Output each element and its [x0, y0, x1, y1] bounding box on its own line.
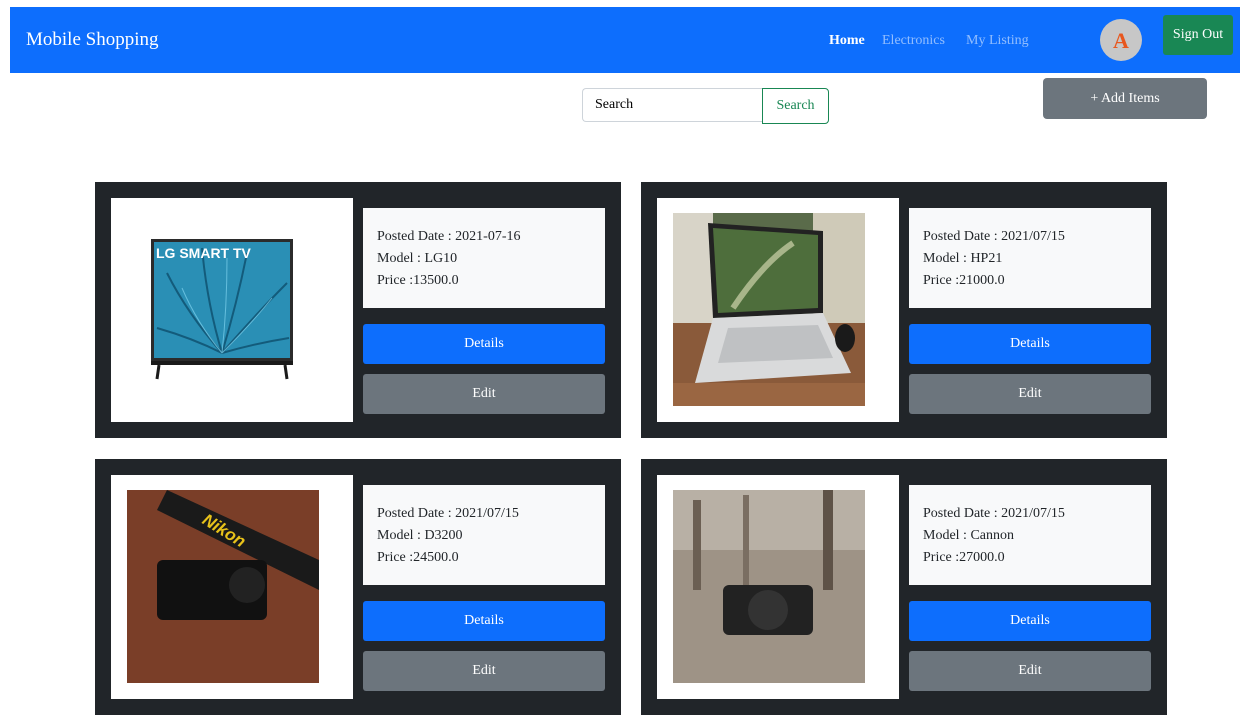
listing-card: Posted Date : 2021/07/15 Model : HP21 Pr…: [641, 182, 1167, 438]
posted-date: Posted Date : 2021/07/15: [923, 229, 1065, 244]
edit-button[interactable]: Edit: [363, 374, 605, 414]
model-text: Model : Cannon: [923, 528, 1014, 543]
details-button[interactable]: Details: [363, 324, 605, 364]
listing-info: Posted Date : 2021/07/15 Model : D3200 P…: [363, 485, 605, 585]
listing-card: Nikon Posted Date : 2021/07/15 Model : D…: [95, 459, 621, 715]
price-text: Price :21000.0: [923, 273, 1005, 288]
posted-date: Posted Date : 2021/07/15: [923, 506, 1065, 521]
details-button[interactable]: Details: [909, 601, 1151, 641]
listing-info: Posted Date : 2021-07-16 Model : LG10 Pr…: [363, 208, 605, 308]
edit-button[interactable]: Edit: [909, 651, 1151, 691]
add-items-button[interactable]: + Add Items: [1043, 78, 1207, 119]
listing-image-frame: [657, 198, 899, 422]
details-button[interactable]: Details: [909, 324, 1151, 364]
details-button[interactable]: Details: [363, 601, 605, 641]
listing-info: Posted Date : 2021/07/15 Model : Cannon …: [909, 485, 1151, 585]
listing-card: LG SMART TV Posted Date : 2021-07-16 Mod…: [95, 182, 621, 438]
laptop-image[interactable]: [673, 213, 865, 406]
listing-image-frame: Nikon: [111, 475, 353, 699]
listing-image-frame: [657, 475, 899, 699]
lg-smart-tv-image[interactable]: LG SMART TV: [127, 213, 319, 406]
price-text: Price :27000.0: [923, 550, 1005, 565]
model-text: Model : HP21: [923, 251, 1003, 266]
nav-link-my-listing[interactable]: My Listing: [966, 33, 1029, 49]
navbar: Mobile Shopping Home Electronics My List…: [10, 7, 1240, 73]
edit-button[interactable]: Edit: [909, 374, 1151, 414]
posted-date: Posted Date : 2021/07/15: [377, 506, 519, 521]
listing-image-frame: LG SMART TV: [111, 198, 353, 422]
model-text: Model : D3200: [377, 528, 463, 543]
search-button[interactable]: Search: [762, 88, 829, 124]
model-text: Model : LG10: [377, 251, 458, 266]
price-text: Price :13500.0: [377, 273, 459, 288]
nav-link-home[interactable]: Home: [829, 33, 865, 49]
nikon-camera-image[interactable]: Nikon: [127, 490, 319, 683]
listing-card: Posted Date : 2021/07/15 Model : Cannon …: [641, 459, 1167, 715]
edit-button[interactable]: Edit: [363, 651, 605, 691]
posted-date: Posted Date : 2021-07-16: [377, 229, 521, 244]
nav-link-electronics[interactable]: Electronics: [882, 33, 945, 49]
avatar[interactable]: A: [1100, 19, 1142, 61]
search-input[interactable]: [582, 88, 763, 122]
tv-brand-text: LG SMART TV: [156, 245, 252, 261]
camera-outdoor-image[interactable]: [673, 490, 865, 683]
listing-info: Posted Date : 2021/07/15 Model : HP21 Pr…: [909, 208, 1151, 308]
brand-title[interactable]: Mobile Shopping: [26, 29, 158, 51]
sign-out-button[interactable]: Sign Out: [1163, 15, 1233, 55]
price-text: Price :24500.0: [377, 550, 459, 565]
